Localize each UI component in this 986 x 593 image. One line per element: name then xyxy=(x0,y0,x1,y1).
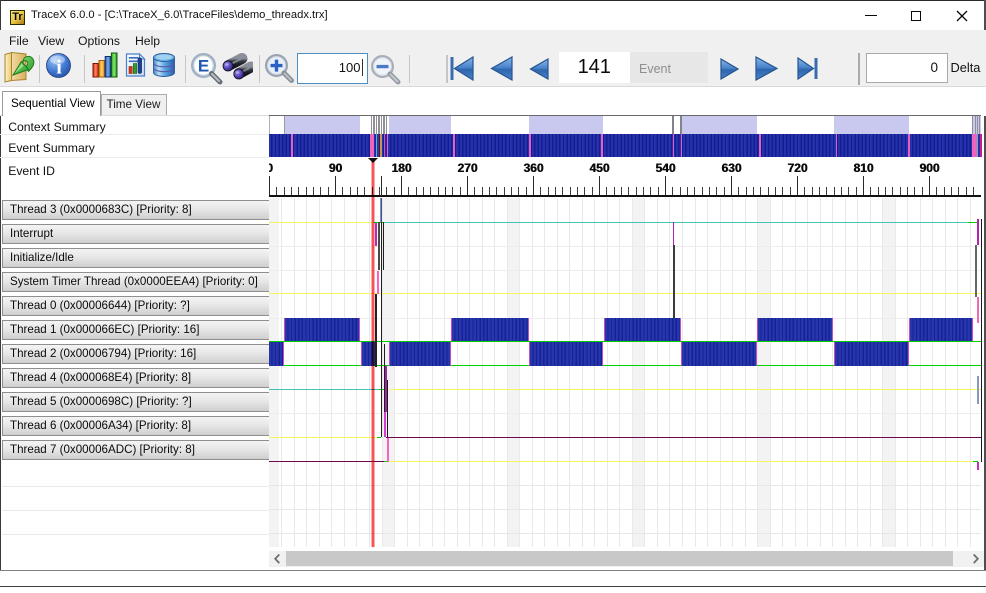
svg-text:i: i xyxy=(56,57,62,79)
svg-text:E: E xyxy=(198,57,209,76)
